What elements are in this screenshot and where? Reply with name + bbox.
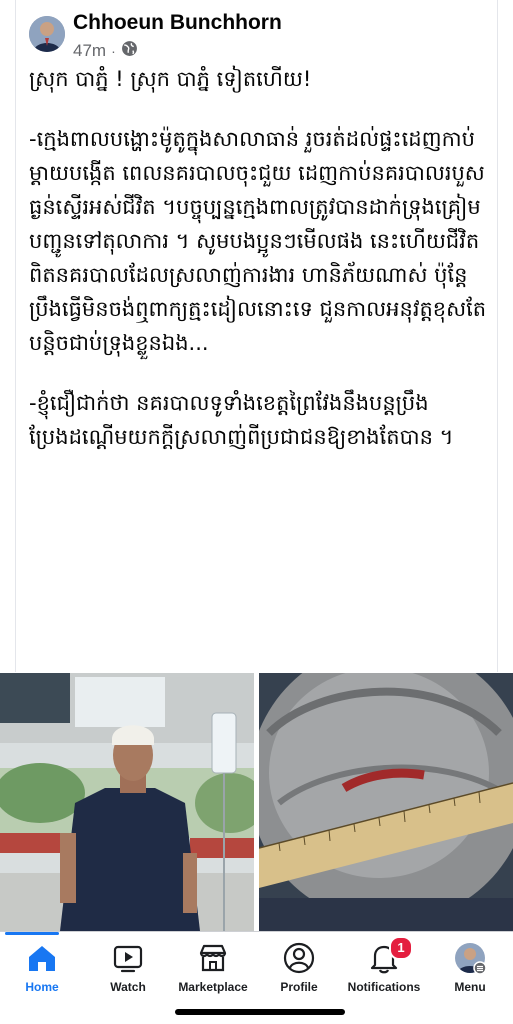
tab-marketplace[interactable]: Marketplace <box>163 932 263 1002</box>
tab-label-menu: Menu <box>454 980 486 994</box>
marketplace-icon <box>196 941 230 975</box>
globe-icon <box>121 40 138 62</box>
menu-avatar-icon <box>453 941 487 975</box>
home-icon <box>25 941 59 975</box>
post-photos <box>0 673 513 931</box>
tab-menu[interactable]: Menu <box>420 932 513 1002</box>
notification-badge: 1 <box>389 936 413 960</box>
head-wound-photo[interactable] <box>259 673 513 931</box>
tab-notifications[interactable]: 1 Notifications <box>334 932 434 1002</box>
home-indicator <box>175 1009 345 1015</box>
post-card: Chhoeun Bunchhorn 47m · ស្រុក បាភ្នំ ! ស… <box>15 0 498 672</box>
post-body: ស្រុក បាភ្នំ ! ស្រុក បាភ្នំ ទៀតហើយ! -ក្ម… <box>29 62 489 480</box>
active-tab-indicator <box>5 932 59 935</box>
post-time[interactable]: 47m <box>73 41 106 61</box>
profile-icon <box>282 941 316 975</box>
injured-officer-photo[interactable] <box>0 673 254 931</box>
tab-label-marketplace: Marketplace <box>178 980 248 994</box>
tab-label-notifications: Notifications <box>347 980 421 994</box>
post-header: Chhoeun Bunchhorn 47m · <box>29 10 489 62</box>
watch-icon <box>111 941 145 975</box>
post-paragraph-2: -ខ្ញុំជឿជាក់ថា នគរបាលទូទាំងខេត្តព្រៃវែងន… <box>29 391 454 449</box>
author-avatar[interactable] <box>29 16 65 52</box>
meta-separator: · <box>111 43 116 59</box>
post-paragraph-1: -ក្មេងពាលបង្ហោះម៉ូតូក្នុងសាលាធាន់ រួចរត់… <box>29 127 487 355</box>
author-name[interactable]: Chhoeun Bunchhorn <box>73 11 282 35</box>
post-meta: 47m · <box>73 40 138 62</box>
post-headline: ស្រុក បាភ្នំ ! ស្រុក បាភ្នំ ទៀតហើយ! <box>29 67 312 91</box>
